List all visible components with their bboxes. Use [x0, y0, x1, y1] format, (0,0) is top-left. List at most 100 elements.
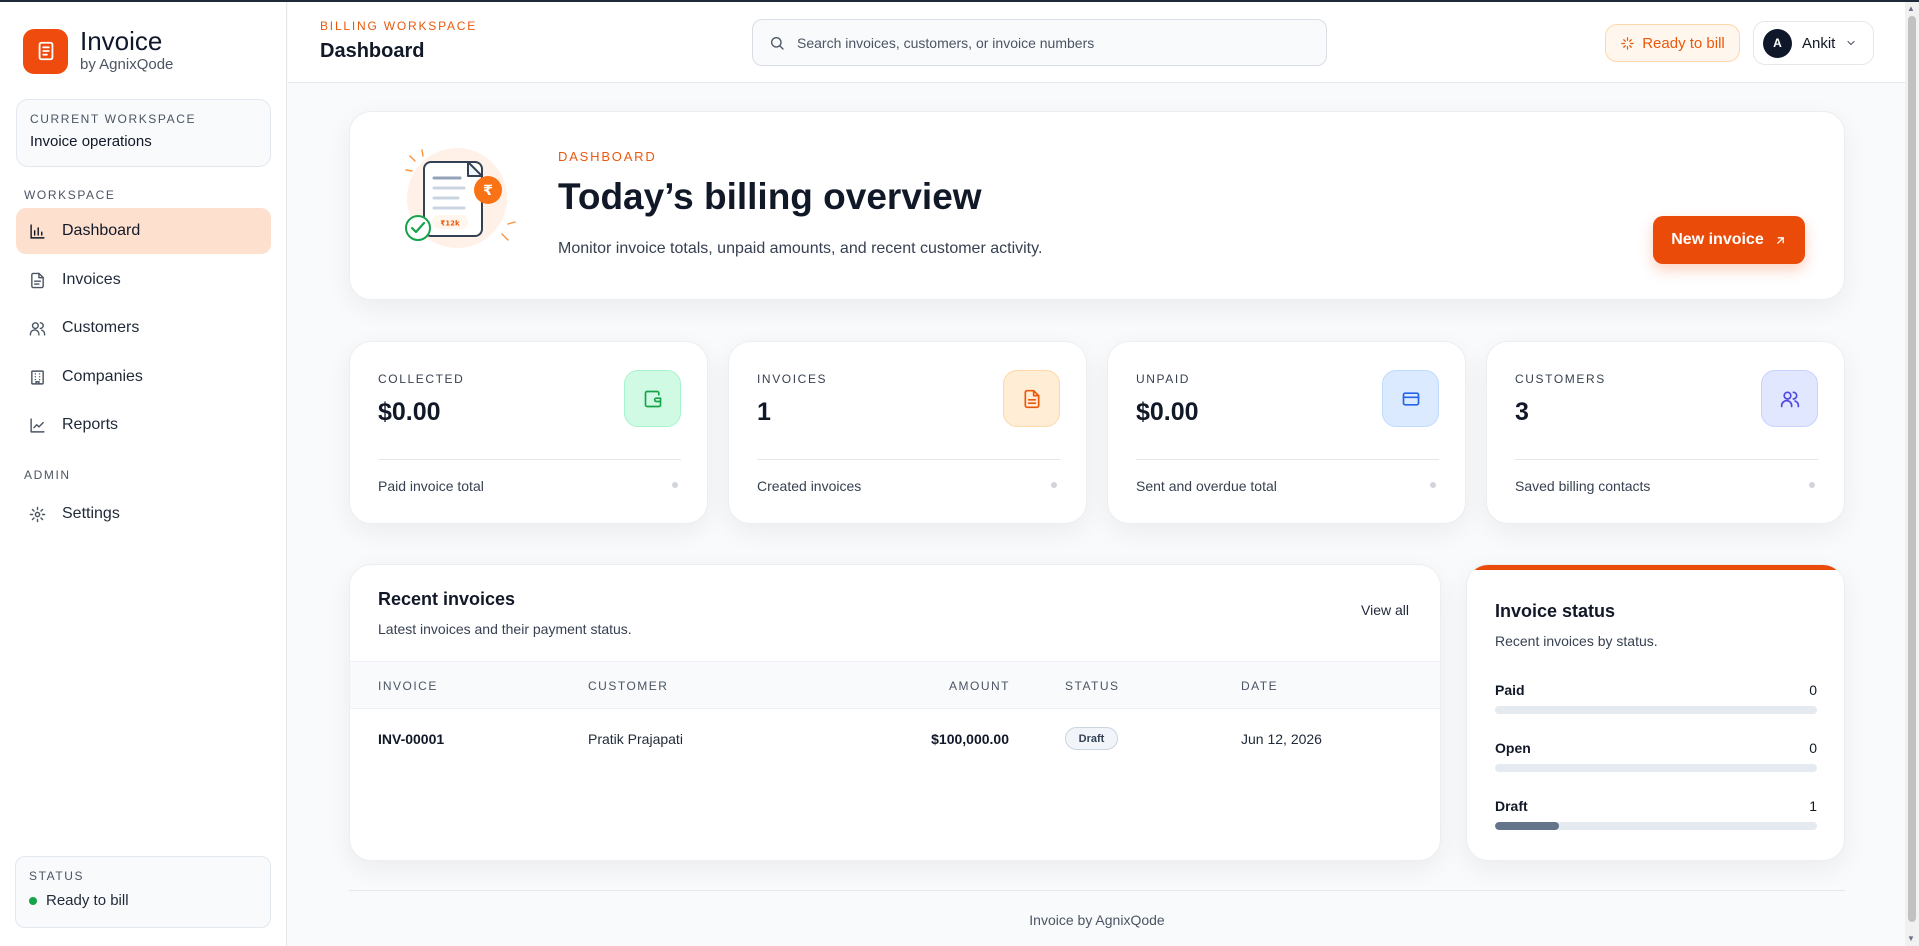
- stat-label: COLLECTED: [378, 372, 465, 386]
- arrow-up-right-icon: [1774, 234, 1787, 247]
- status-row-label: Paid: [1495, 682, 1525, 698]
- stat-label: INVOICES: [757, 372, 828, 386]
- status-badge: Draft: [1065, 727, 1118, 750]
- stat-card-customers[interactable]: CUSTOMERS 3 Saved billing contacts: [1486, 341, 1845, 524]
- footer-text: Invoice by AgnixQode: [1029, 912, 1165, 928]
- sidebar-item-settings[interactable]: Settings: [16, 491, 271, 537]
- column-header-customer[interactable]: CUSTOMER: [588, 679, 668, 693]
- status-row-count: 0: [1809, 682, 1817, 698]
- users-icon: [1761, 370, 1818, 427]
- line-chart-icon: [28, 416, 46, 434]
- scroll-down-arrow-icon[interactable]: ▼: [1907, 934, 1915, 943]
- stat-description: Created invoices: [757, 478, 862, 494]
- top-header: BILLING WORKSPACE Dashboard Ready to bil…: [288, 2, 1919, 83]
- panel-accent-bar: [1467, 565, 1844, 570]
- wallet-icon: [624, 370, 681, 427]
- search-bar[interactable]: [752, 19, 1327, 66]
- new-invoice-label: New invoice: [1671, 231, 1764, 248]
- hero-title: Today’s billing overview: [558, 176, 982, 217]
- sidebar: Invoice by AgnixQode CURRENT WORKSPACE I…: [0, 2, 287, 946]
- stat-divider: [378, 459, 681, 460]
- workspace-section-label: WORKSPACE: [24, 188, 116, 202]
- new-invoice-button[interactable]: New invoice: [1653, 216, 1805, 264]
- stat-value: $0.00: [378, 398, 441, 426]
- file-icon: [28, 271, 46, 289]
- sidebar-item-label: Dashboard: [62, 222, 141, 239]
- stat-dot-icon: [672, 482, 678, 488]
- scroll-up-arrow-icon[interactable]: ▲: [1907, 4, 1915, 13]
- page-scrollbar[interactable]: ▲ ▼: [1905, 2, 1919, 946]
- current-workspace-card[interactable]: CURRENT WORKSPACE Invoice operations: [16, 99, 271, 167]
- credit-card-icon: [1382, 370, 1439, 427]
- search-input[interactable]: [797, 34, 1297, 51]
- status-label: STATUS: [29, 869, 85, 883]
- gear-icon: [28, 505, 46, 523]
- sidebar-item-companies[interactable]: Companies: [16, 354, 271, 400]
- recent-invoices-panel: Recent invoices Latest invoices and thei…: [349, 564, 1441, 861]
- stat-dot-icon: [1051, 482, 1057, 488]
- status-card: STATUS Ready to bill: [15, 856, 271, 928]
- invoice-date: Jun 12, 2026: [1241, 731, 1322, 747]
- status-row-label: Draft: [1495, 798, 1528, 814]
- sidebar-item-label: Reports: [62, 416, 119, 433]
- current-workspace-label: CURRENT WORKSPACE: [30, 112, 197, 126]
- column-header-status[interactable]: STATUS: [1065, 679, 1120, 693]
- bar-chart-icon: [28, 222, 46, 240]
- stat-divider: [1136, 459, 1439, 460]
- stat-card-unpaid[interactable]: UNPAID $0.00 Sent and overdue total: [1107, 341, 1466, 524]
- sidebar-item-label: Settings: [62, 505, 120, 522]
- stat-card-invoices[interactable]: INVOICES 1 Created invoices: [728, 341, 1087, 524]
- view-all-link[interactable]: View all: [1361, 602, 1409, 618]
- column-header-date[interactable]: DATE: [1241, 679, 1278, 693]
- search-icon: [769, 35, 785, 51]
- hero-kicker: DASHBOARD: [558, 149, 657, 164]
- table-row[interactable]: INV-00001 Pratik Prajapati $100,000.00 D…: [350, 709, 1440, 771]
- column-header-amount[interactable]: AMOUNT: [949, 679, 1009, 693]
- invoice-number[interactable]: INV-00001: [378, 731, 444, 747]
- page-title: Dashboard: [320, 40, 425, 62]
- status-row-count: 0: [1809, 740, 1817, 756]
- stat-value: 3: [1515, 398, 1529, 426]
- recent-invoices-title: Recent invoices: [378, 589, 516, 609]
- brand[interactable]: Invoice by AgnixQode: [23, 27, 173, 75]
- illustration-amount: ₹12k: [440, 220, 460, 228]
- table-header: INVOICE CUSTOMER AMOUNT STATUS DATE: [350, 661, 1440, 709]
- column-header-invoice[interactable]: INVOICE: [378, 679, 438, 693]
- scrollbar-thumb[interactable]: [1908, 16, 1916, 922]
- footer-divider: [349, 890, 1845, 891]
- sidebar-item-customers[interactable]: Customers: [16, 305, 271, 351]
- status-row-draft: Draft 1: [1495, 798, 1817, 830]
- stat-dot-icon: [1430, 482, 1436, 488]
- users-icon: [28, 319, 46, 337]
- status-progress-fill: [1495, 822, 1560, 830]
- sparkle-icon: [1620, 36, 1635, 51]
- hero-description: Monitor invoice totals, unpaid amounts, …: [558, 240, 1043, 257]
- sidebar-item-dashboard[interactable]: Dashboard: [16, 208, 271, 254]
- ready-to-bill-badge[interactable]: Ready to bill: [1605, 24, 1740, 62]
- sidebar-item-label: Customers: [62, 319, 140, 336]
- sidebar-item-reports[interactable]: Reports: [16, 402, 271, 448]
- brand-subtitle: by AgnixQode: [80, 56, 174, 73]
- header-kicker: BILLING WORKSPACE: [320, 19, 478, 33]
- status-progress-track: [1495, 706, 1817, 714]
- status-row-label: Open: [1495, 740, 1531, 756]
- sidebar-item-invoices[interactable]: Invoices: [16, 257, 271, 303]
- stat-card-collected[interactable]: COLLECTED $0.00 Paid invoice total: [349, 341, 708, 524]
- sidebar-item-label: Companies: [62, 368, 143, 385]
- current-workspace-value: Invoice operations: [30, 133, 152, 150]
- brand-title: Invoice: [80, 26, 163, 56]
- stat-value: $0.00: [1136, 398, 1199, 426]
- customer-name: Pratik Prajapati: [588, 731, 683, 747]
- recent-invoices-subtitle: Latest invoices and their payment status…: [378, 621, 632, 637]
- stat-description: Sent and overdue total: [1136, 478, 1277, 494]
- invoice-logo-icon: [23, 28, 68, 74]
- invoice-amount: $100,000.00: [931, 731, 1009, 747]
- svg-text:₹: ₹: [483, 183, 493, 199]
- invoice-illustration-icon: ₹12k ₹: [402, 148, 522, 265]
- building-icon: [28, 368, 46, 386]
- stat-description: Paid invoice total: [378, 478, 484, 494]
- billing-overview-hero: ₹12k ₹ DASHBOARD Today’s billing overvie…: [349, 111, 1845, 300]
- invoice-status-subtitle: Recent invoices by status.: [1495, 633, 1658, 649]
- invoice-status-panel: Invoice status Recent invoices by status…: [1466, 564, 1845, 861]
- user-menu-button[interactable]: A Ankit: [1753, 21, 1874, 65]
